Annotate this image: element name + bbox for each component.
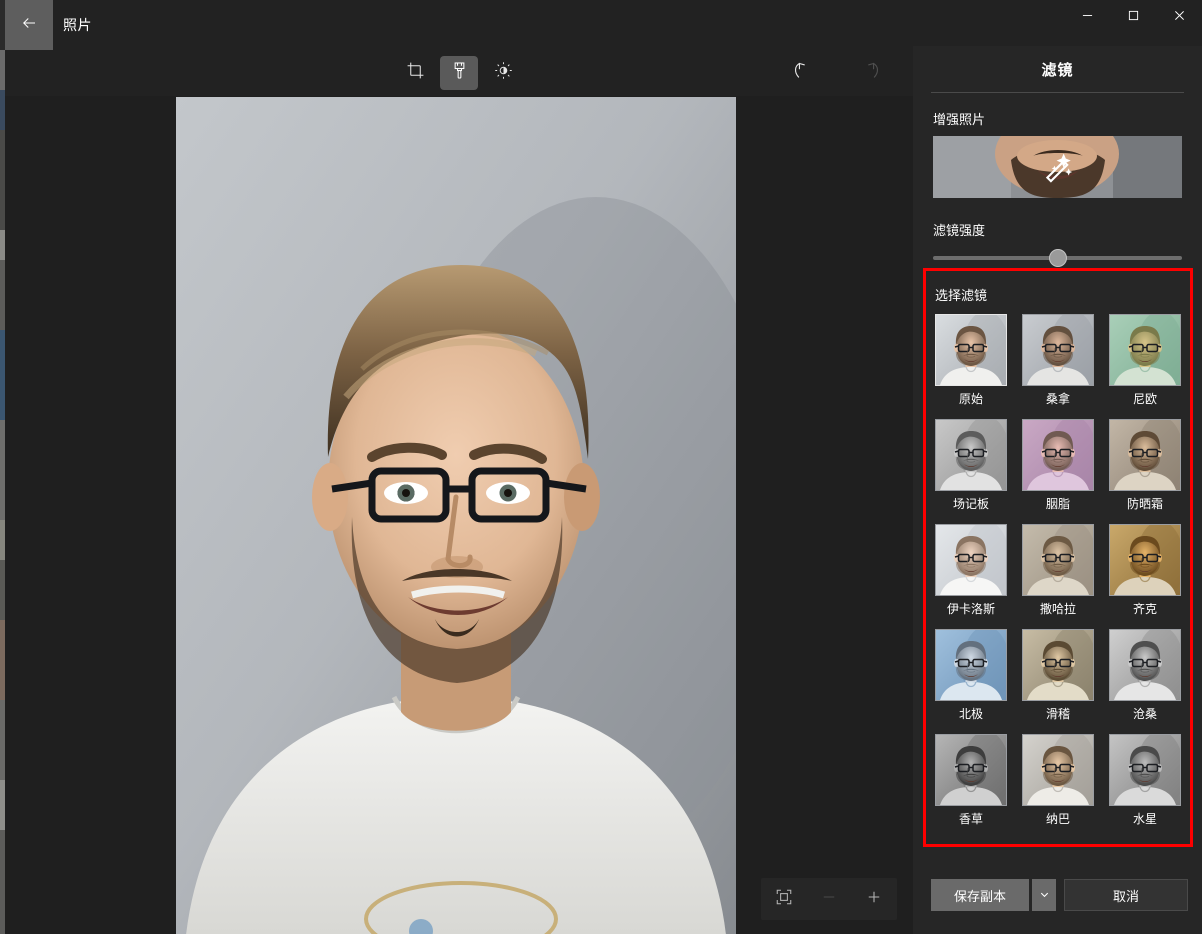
filter-name-label: 北极 [958, 707, 983, 721]
filter-name-label: 齐克 [1132, 602, 1157, 616]
filter-thumbnail [935, 629, 1007, 701]
filter-brush-icon [450, 61, 469, 85]
app-root: 照片 滤镜 增强照片 滤镜强度 选择滤镜 原始 桑拿 尼欧 场记板 胭脂 防晒霜… [0, 0, 1202, 934]
enhance-photo-button[interactable] [933, 136, 1182, 198]
filter-name-label: 胭脂 [1045, 497, 1070, 511]
filter-strength-slider[interactable] [933, 249, 1182, 267]
slider-thumb[interactable] [1048, 249, 1067, 267]
filter-thumbnail [935, 524, 1007, 596]
filter-option[interactable]: 滑稽 [1022, 629, 1094, 728]
zoom-out-button[interactable] [812, 882, 846, 916]
filter-option[interactable]: 桑拿 [1022, 314, 1094, 413]
app-title: 照片 [63, 17, 92, 33]
photos-window: 照片 滤镜 增强照片 滤镜强度 选择滤镜 原始 桑拿 尼欧 场记板 胭脂 防晒霜… [5, 0, 1202, 934]
filter-name-label: 滑稽 [1045, 707, 1070, 721]
filter-thumbnail [1109, 734, 1181, 806]
fit-to-screen-button[interactable] [767, 882, 801, 916]
filter-option[interactable]: 胭脂 [1022, 419, 1094, 518]
panel-footer: 保存副本 取消 [913, 856, 1202, 934]
minimize-button[interactable] [1064, 0, 1110, 34]
filter-thumbnail [935, 314, 1007, 386]
filter-thumbnail [1109, 629, 1181, 701]
undo-button[interactable] [783, 56, 821, 90]
filter-name-label: 尼欧 [1132, 392, 1157, 406]
filter-option[interactable]: 香草 [935, 734, 1007, 833]
filter-option[interactable]: 撒哈拉 [1022, 524, 1094, 623]
filters-panel: 滤镜 增强照片 滤镜强度 选择滤镜 原始 桑拿 尼欧 场记板 胭脂 防晒霜 伊卡… [913, 46, 1202, 934]
history-tool-group [783, 56, 889, 90]
enhance-photo-label: 增强照片 [933, 112, 986, 127]
filter-thumbnail [1109, 419, 1181, 491]
filter-grid: 原始 桑拿 尼欧场记板 胭脂 防晒霜伊卡洛斯 撒哈拉 齐克北极 滑稽 沧桑香草 纳巴 水星 [935, 314, 1182, 833]
title-bar: 照片 [5, 0, 1202, 50]
filter-option[interactable]: 纳巴 [1022, 734, 1094, 833]
filter-thumbnail [1022, 419, 1094, 491]
filter-strength-label: 滤镜强度 [933, 223, 986, 238]
close-icon [1174, 8, 1185, 26]
edited-photo [176, 97, 736, 934]
filter-name-label: 水星 [1132, 812, 1157, 826]
filter-option[interactable]: 水星 [1109, 734, 1181, 833]
maximize-icon [1128, 8, 1139, 26]
minus-icon [820, 888, 838, 911]
filter-thumbnail [1022, 524, 1094, 596]
filter-thumbnail [1109, 314, 1181, 386]
adjustments-brightness-icon [494, 61, 513, 85]
filter-name-label: 防晒霜 [1126, 497, 1163, 511]
filter-option[interactable]: 场记板 [935, 419, 1007, 518]
redo-icon [860, 60, 881, 86]
filter-name-label: 香草 [958, 812, 983, 826]
filter-thumbnail [935, 734, 1007, 806]
filter-option[interactable]: 防晒霜 [1109, 419, 1181, 518]
photo-canvas [5, 96, 913, 934]
filter-option[interactable]: 伊卡洛斯 [935, 524, 1007, 623]
filter-option[interactable]: 尼欧 [1109, 314, 1181, 413]
magic-wand-icon [1041, 150, 1075, 184]
chevron-down-icon [1039, 888, 1050, 903]
filter-option[interactable]: 北极 [935, 629, 1007, 728]
back-button[interactable] [5, 0, 53, 50]
minimize-icon [1082, 8, 1093, 26]
editor-toolbar [5, 50, 913, 96]
zoom-control-bar [761, 878, 897, 920]
filter-thumbnail [935, 419, 1007, 491]
save-options-dropdown-button[interactable] [1032, 879, 1056, 911]
tab-adjustments[interactable] [484, 56, 522, 90]
window-controls [1064, 0, 1202, 34]
fit-to-screen-icon [775, 888, 793, 911]
plus-icon [865, 888, 883, 911]
tab-crop-rotate[interactable] [396, 56, 434, 90]
panel-title: 滤镜 [1041, 61, 1074, 79]
redo-button[interactable] [851, 56, 889, 90]
save-copy-button[interactable]: 保存副本 [931, 879, 1029, 911]
close-button[interactable] [1156, 0, 1202, 34]
filter-thumbnail [1022, 629, 1094, 701]
tab-filters[interactable] [440, 56, 478, 90]
maximize-button[interactable] [1110, 0, 1156, 34]
editor-tool-group [396, 56, 522, 90]
filter-name-label: 沧桑 [1132, 707, 1157, 721]
choose-filter-label: 选择滤镜 [935, 288, 988, 303]
filter-option[interactable]: 齐克 [1109, 524, 1181, 623]
filter-thumbnail [1022, 734, 1094, 806]
filter-name-label: 伊卡洛斯 [946, 602, 995, 616]
filter-name-label: 桑拿 [1045, 392, 1070, 406]
filter-name-label: 纳巴 [1045, 812, 1070, 826]
filter-thumbnail [1109, 524, 1181, 596]
filter-name-label: 场记板 [952, 497, 989, 511]
filter-option[interactable]: 原始 [935, 314, 1007, 413]
zoom-in-button[interactable] [857, 882, 891, 916]
undo-icon [792, 60, 813, 86]
filter-name-label: 原始 [958, 392, 983, 406]
cancel-button[interactable]: 取消 [1064, 879, 1188, 911]
filter-thumbnail [1022, 314, 1094, 386]
filter-name-label: 撒哈拉 [1039, 602, 1076, 616]
filter-option[interactable]: 沧桑 [1109, 629, 1181, 728]
crop-rotate-icon [406, 61, 425, 85]
back-arrow-icon [20, 14, 38, 37]
